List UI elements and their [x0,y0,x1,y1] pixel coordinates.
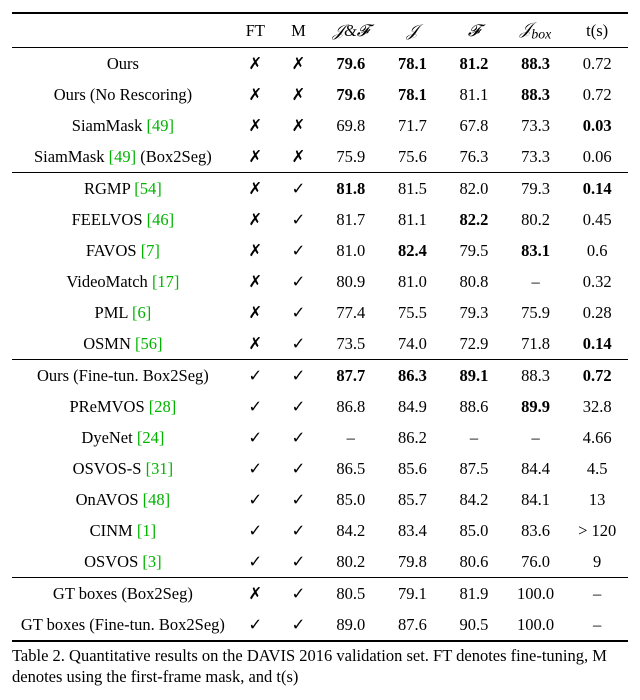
table-row: SiamMask [49] (Box2Seg)✗✗75.975.676.373.… [12,141,628,173]
table-row: Ours (Fine-tun. Box2Seg)✓✓87.786.389.188… [12,360,628,392]
table-row: CINM [1]✓✓84.283.485.083.6> 120 [12,515,628,546]
table-row: OSVOS-S [31]✓✓86.585.687.584.44.5 [12,453,628,484]
table-row: FEELVOS [46]✗✓81.781.182.280.20.45 [12,204,628,235]
table-row: FAVOS [7]✗✓81.082.479.583.10.6 [12,235,628,266]
col-m: M [277,13,320,48]
col-ft: FT [234,13,277,48]
results-table: FT M 𝒥&𝓕 𝒥 𝓕 𝒥box t(s) Ours✗✗79.678.181.… [12,12,628,642]
table-row: GT boxes (Box2Seg)✗✓80.579.181.9100.0– [12,578,628,610]
table-row: GT boxes (Fine-tun. Box2Seg)✓✓89.087.690… [12,609,628,641]
table-row: Ours (No Rescoring)✗✗79.678.181.188.30.7… [12,79,628,110]
col-f: 𝓕 [443,13,505,48]
table-row: PML [6]✗✓77.475.579.375.90.28 [12,297,628,328]
table-row: OnAVOS [48]✓✓85.085.784.284.113 [12,484,628,515]
table-row: SiamMask [49]✗✗69.871.767.873.30.03 [12,110,628,141]
col-jbox: 𝒥box [505,13,567,48]
table-row: OSVOS [3]✓✓80.279.880.676.09 [12,546,628,578]
table-caption: Table 2. Quantitative results on the DAV… [12,646,628,687]
table-header-row: FT M 𝒥&𝓕 𝒥 𝓕 𝒥box t(s) [12,13,628,48]
col-j: 𝒥 [382,13,444,48]
table-row: PReMVOS [28]✓✓86.884.988.689.932.8 [12,391,628,422]
col-t: t(s) [566,13,628,48]
table-row: DyeNet [24]✓✓–86.2––4.66 [12,422,628,453]
table-row: OSMN [56]✗✓73.574.072.971.80.14 [12,328,628,360]
table-row: Ours✗✗79.678.181.288.30.72 [12,48,628,80]
table-row: RGMP [54]✗✓81.881.582.079.30.14 [12,173,628,205]
col-jf: 𝒥&𝓕 [320,13,382,48]
table-row: VideoMatch [17]✗✓80.981.080.8–0.32 [12,266,628,297]
